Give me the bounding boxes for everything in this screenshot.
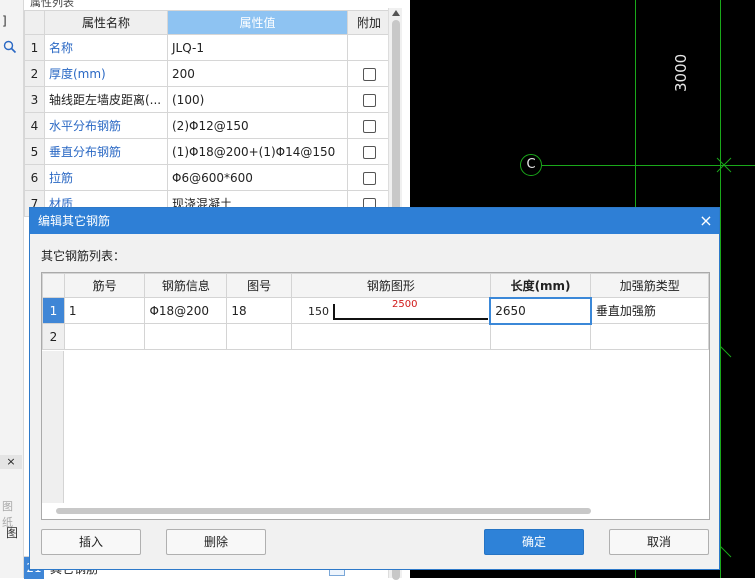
- rebar-grid: 筋号 钢筋信息 图号 钢筋图形 长度(mm) 加强筋类型 1 1 Φ18@200…: [41, 272, 710, 520]
- dimension-tick-icon: [714, 155, 734, 175]
- col-header-name: 属性名称: [44, 10, 168, 35]
- left-side-strip: ] × 图纸 图: [0, 0, 24, 578]
- property-value[interactable]: JLQ-1: [167, 34, 348, 61]
- col-header-bar-no: 筋号: [63, 273, 146, 298]
- strip-bracket-text: ]: [2, 14, 7, 28]
- table-row[interactable]: 1 名称 JLQ-1: [24, 34, 391, 61]
- bar-no-cell[interactable]: 1: [63, 297, 146, 324]
- col-header-rebar-info: 钢筋信息: [144, 273, 228, 298]
- attach-checkbox[interactable]: [362, 67, 376, 81]
- rebar-shape-cell[interactable]: 150 2500: [291, 297, 491, 324]
- axis-label-c: C: [520, 154, 542, 176]
- dialog-title: 编辑其它钢筋: [30, 208, 719, 234]
- rebar-list-label: 其它钢筋列表：: [41, 249, 126, 263]
- col-header-length: 长度(mm): [489, 273, 592, 298]
- length-cell[interactable]: [489, 323, 592, 350]
- row-index: 3: [24, 86, 45, 113]
- property-name[interactable]: 拉筋: [44, 164, 168, 191]
- property-name[interactable]: 水平分布钢筋: [44, 112, 168, 139]
- rebar-info-cell[interactable]: [144, 323, 228, 350]
- table-row[interactable]: 2 厚度(mm) 200: [24, 60, 391, 87]
- property-table: 属性名称 属性值 附加 1 名称 JLQ-1 2 厚度(mm) 200 3 轴线…: [24, 10, 391, 217]
- col-header-value: 属性值: [167, 10, 348, 35]
- dimension-text: 3000: [672, 53, 690, 92]
- attach-checkbox[interactable]: [362, 93, 376, 107]
- close-icon[interactable]: ×: [697, 208, 715, 234]
- shape-top-length: 2500: [392, 299, 418, 310]
- rebar-shape-cell[interactable]: [291, 323, 491, 350]
- table-row[interactable]: 4 水平分布钢筋 (2)Φ12@150: [24, 112, 391, 139]
- row-index: 1: [24, 34, 45, 61]
- shape-no-cell[interactable]: 18: [226, 297, 293, 324]
- col-header-shape-no: 图号: [226, 273, 293, 298]
- col-header-type: 加强筋类型: [590, 273, 709, 298]
- property-value[interactable]: (100): [167, 86, 348, 113]
- row-header-strip: [42, 351, 64, 503]
- table-row[interactable]: 6 拉筋 Φ6@600*600: [24, 164, 391, 191]
- col-header-rebar-shape: 钢筋图形: [291, 273, 491, 298]
- corner-cell: [42, 273, 65, 298]
- attach-checkbox[interactable]: [362, 145, 376, 159]
- col-header-extra: 附加: [347, 10, 391, 35]
- property-value[interactable]: (2)Φ12@150: [167, 112, 348, 139]
- shape-no-cell[interactable]: [226, 323, 293, 350]
- type-cell[interactable]: [590, 323, 709, 350]
- corner-cell: [24, 10, 45, 35]
- table-row[interactable]: 2: [42, 323, 709, 350]
- insert-button[interactable]: 插入: [41, 529, 141, 555]
- property-panel-title: 属性列表: [30, 0, 74, 9]
- row-index: 5: [24, 138, 45, 165]
- property-value[interactable]: (1)Φ18@200+(1)Φ14@150: [167, 138, 348, 165]
- grid-horizontal-scrollbar[interactable]: [44, 505, 708, 517]
- shape-left-length: 150: [308, 305, 330, 318]
- extra-cell: [347, 60, 391, 87]
- row-index: 6: [24, 164, 45, 191]
- shape-horizontal-leg: [333, 318, 489, 320]
- ok-button[interactable]: 确定: [484, 529, 584, 555]
- search-icon[interactable]: [3, 40, 17, 54]
- attach-checkbox[interactable]: [362, 119, 376, 133]
- table-row[interactable]: 5 垂直分布钢筋 (1)Φ18@200+(1)Φ14@150: [24, 138, 391, 165]
- property-value[interactable]: 200: [167, 60, 348, 87]
- rebar-table: 筋号 钢筋信息 图号 钢筋图形 长度(mm) 加强筋类型 1 1 Φ18@200…: [42, 273, 709, 350]
- extra-cell: [347, 34, 391, 61]
- edit-other-rebar-dialog: 编辑其它钢筋 × 其它钢筋列表： 筋号 钢筋信息 图号 钢筋图形 长度(mm) …: [29, 207, 720, 570]
- attach-checkbox[interactable]: [362, 171, 376, 185]
- grid-line: [720, 0, 721, 578]
- extra-cell: [347, 138, 391, 165]
- type-cell[interactable]: 垂直加强筋: [590, 297, 709, 324]
- length-cell[interactable]: 2650: [489, 296, 592, 325]
- table-row[interactable]: 1 1 Φ18@200 18 150 2500 2650 垂直加强筋: [42, 296, 709, 325]
- cancel-button[interactable]: 取消: [609, 529, 709, 555]
- scroll-up-icon[interactable]: [392, 10, 400, 16]
- drawing-tab[interactable]: 图: [6, 524, 18, 541]
- property-name[interactable]: 名称: [44, 34, 168, 61]
- table-row[interactable]: 3 轴线距左墙皮距离(... (100): [24, 86, 391, 113]
- extra-cell: [347, 112, 391, 139]
- row-index: 2: [24, 60, 45, 87]
- row-index: 4: [24, 112, 45, 139]
- property-name[interactable]: 轴线距左墙皮距离(...: [44, 86, 168, 113]
- property-value[interactable]: Φ6@600*600: [167, 164, 348, 191]
- property-name[interactable]: 垂直分布钢筋: [44, 138, 168, 165]
- property-name[interactable]: 厚度(mm): [44, 60, 168, 87]
- row-index[interactable]: 1: [42, 297, 65, 324]
- extra-cell: [347, 86, 391, 113]
- delete-button[interactable]: 删除: [166, 529, 266, 555]
- extra-cell: [347, 164, 391, 191]
- rebar-info-cell[interactable]: Φ18@200: [144, 297, 228, 324]
- row-index[interactable]: 2: [42, 323, 65, 350]
- scrollbar-thumb[interactable]: [56, 508, 591, 514]
- panel-close-icon[interactable]: ×: [0, 455, 22, 469]
- bar-no-cell[interactable]: [63, 323, 146, 350]
